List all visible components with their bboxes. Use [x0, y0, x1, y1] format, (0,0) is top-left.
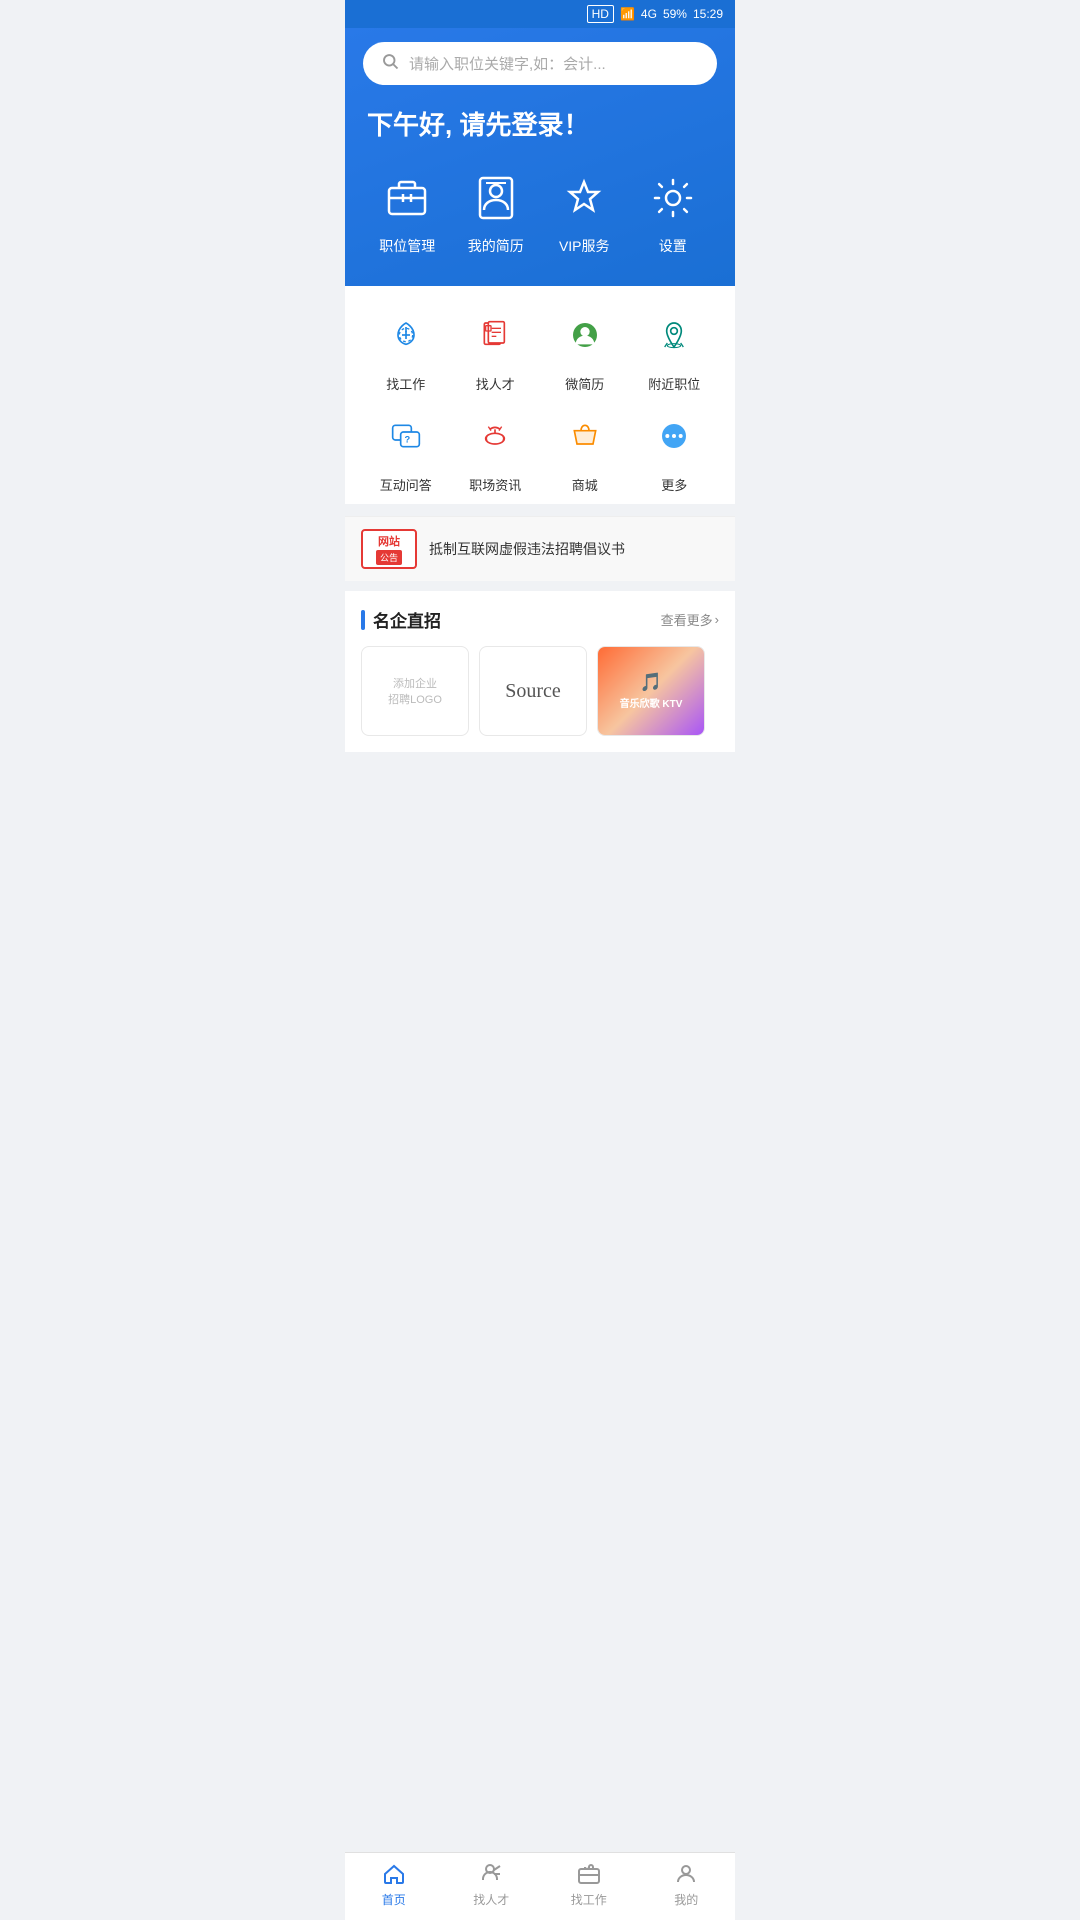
svg-text:?: ?: [404, 435, 410, 445]
nearby-jobs-label: 附近职位: [648, 374, 700, 393]
menu-item-find-job[interactable]: 找工作: [361, 306, 451, 393]
more-label: 更多: [661, 475, 687, 494]
chevron-right-icon: ›: [715, 612, 719, 627]
nav-item-home[interactable]: 首页: [345, 1861, 443, 1908]
content-area: 找工作 找人才: [345, 286, 735, 504]
settings-label: 设置: [659, 236, 687, 256]
micro-resume-icon: [556, 306, 614, 364]
bottom-nav: 首页 找人才 找工作: [345, 1852, 735, 1920]
my-resume-label: 我的简历: [468, 236, 524, 256]
workplace-news-label: 职场资讯: [469, 475, 521, 494]
menu-item-nearby-jobs[interactable]: 附近职位: [630, 306, 720, 393]
signal-label: 4G: [641, 7, 657, 21]
home-icon: [381, 1861, 407, 1887]
nav-my-icon: [673, 1861, 699, 1887]
notice-text: 抵制互联网虚假违法招聘倡议书: [429, 539, 625, 559]
battery-label: 59%: [663, 7, 687, 21]
ktv-label: 🎵 音乐欣歌 KTV: [620, 672, 683, 710]
hd-badge: HD: [587, 5, 614, 23]
search-bar[interactable]: 请输入职位关键字,如：会计...: [363, 42, 717, 85]
mall-icon: [556, 407, 614, 465]
company-cards: 添加企业招聘LOGO Source 🎵 音乐欣歌 KTV: [361, 646, 719, 736]
quick-action-my-resume[interactable]: 我的简历: [468, 170, 524, 256]
quick-action-job-management[interactable]: 职位管理: [379, 170, 435, 256]
job-management-icon: [379, 170, 435, 226]
notice-tag-top: 网站: [378, 533, 400, 549]
vip-label: VIP服务: [559, 236, 610, 256]
quick-actions: 职位管理 我的简历 VIP服务: [363, 170, 717, 256]
search-placeholder: 请输入职位关键字,如：会计...: [409, 53, 606, 74]
company-2-name: Source: [505, 680, 561, 703]
job-management-label: 职位管理: [379, 236, 435, 256]
nav-item-find-job[interactable]: 找工作: [540, 1861, 638, 1908]
find-job-icon: [377, 306, 435, 364]
find-talent-icon: [466, 306, 524, 364]
quick-action-vip[interactable]: VIP服务: [556, 170, 612, 256]
featured-section: 名企直招 查看更多 › 添加企业招聘LOGO Source 🎵 音乐欣歌 KTV: [345, 591, 735, 752]
company-1-placeholder: 添加企业招聘LOGO: [380, 667, 450, 715]
section-title: 名企直招: [373, 607, 441, 632]
section-more-button[interactable]: 查看更多 ›: [661, 610, 719, 629]
find-talent-label: 找人才: [476, 374, 515, 393]
time-label: 15:29: [693, 7, 723, 21]
company-card-3[interactable]: 🎵 音乐欣歌 KTV: [597, 646, 705, 736]
settings-icon: [645, 170, 701, 226]
nav-talent-icon: [478, 1861, 504, 1887]
menu-item-micro-resume[interactable]: 微简历: [540, 306, 630, 393]
nearby-jobs-icon: [645, 306, 703, 364]
menu-item-qa[interactable]: ? 互动问答: [361, 407, 451, 494]
menu-item-mall[interactable]: 商城: [540, 407, 630, 494]
nav-home-label: 首页: [382, 1891, 406, 1908]
search-icon: [381, 52, 399, 75]
section-header: 名企直招 查看更多 ›: [361, 607, 719, 632]
ktv-card: 🎵 音乐欣歌 KTV: [598, 647, 704, 735]
menu-grid: 找工作 找人才: [355, 306, 725, 494]
nav-item-my[interactable]: 我的: [638, 1861, 736, 1908]
qa-label: 互动问答: [380, 475, 432, 494]
find-job-label: 找工作: [386, 374, 425, 393]
nav-spacer: [345, 752, 735, 822]
section-more-label: 查看更多: [661, 610, 713, 629]
qa-icon: ?: [377, 407, 435, 465]
my-resume-icon: [468, 170, 524, 226]
workplace-news-icon: [466, 407, 524, 465]
nav-talent-label: 找人才: [473, 1891, 509, 1908]
more-icon: [645, 407, 703, 465]
status-bar: HD 📶 4G 59% 15:29: [345, 0, 735, 28]
notice-tag-bottom: 公告: [376, 550, 402, 565]
wifi-icon: 📶: [620, 7, 635, 21]
menu-item-find-talent[interactable]: 找人才: [451, 306, 541, 393]
notice-bar[interactable]: 网站 公告 抵制互联网虚假违法招聘倡议书: [345, 516, 735, 581]
section-title-bar: [361, 610, 365, 630]
header-area: 请输入职位关键字,如：会计... 下午好, 请先登录！ 职位管理: [345, 28, 735, 286]
greeting-text: 下午好, 请先登录！: [363, 105, 717, 142]
quick-action-settings[interactable]: 设置: [645, 170, 701, 256]
vip-icon: [556, 170, 612, 226]
nav-my-label: 我的: [674, 1891, 698, 1908]
nav-job-label: 找工作: [571, 1891, 607, 1908]
company-card-2[interactable]: Source: [479, 646, 587, 736]
section-title-wrap: 名企直招: [361, 607, 441, 632]
mall-label: 商城: [572, 475, 598, 494]
micro-resume-label: 微简历: [565, 374, 604, 393]
nav-item-find-talent[interactable]: 找人才: [443, 1861, 541, 1908]
nav-job-icon: [576, 1861, 602, 1887]
notice-tag: 网站 公告: [361, 529, 417, 569]
menu-item-more[interactable]: 更多: [630, 407, 720, 494]
company-card-1[interactable]: 添加企业招聘LOGO: [361, 646, 469, 736]
menu-item-workplace-news[interactable]: 职场资讯: [451, 407, 541, 494]
